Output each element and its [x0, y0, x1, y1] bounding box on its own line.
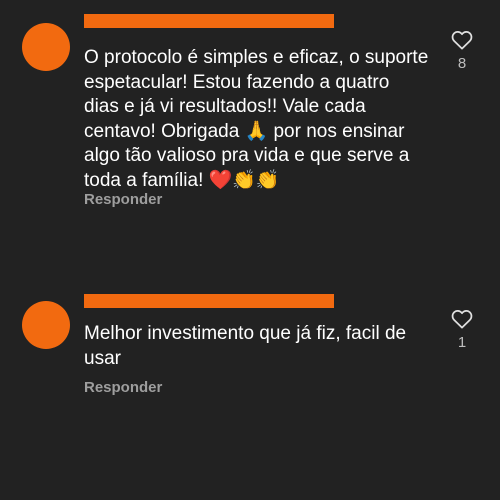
like-button[interactable]: 1	[448, 309, 476, 351]
comment-text: O protocolo é simples e eficaz, o suport…	[84, 47, 429, 191]
avatar[interactable]	[22, 301, 70, 349]
reply-button[interactable]: Responder	[84, 191, 162, 208]
username-redaction[interactable]	[84, 294, 334, 308]
comment-item: O protocolo é simples e eficaz, o suport…	[0, 0, 500, 240]
avatar[interactable]	[22, 23, 70, 71]
reply-button[interactable]: Responder	[84, 379, 162, 396]
username-redaction[interactable]	[84, 14, 334, 28]
heart-outline-icon	[451, 309, 473, 329]
comment-item: Melhor investimento que já fiz, facil de…	[0, 280, 500, 420]
like-count: 1	[457, 334, 467, 351]
like-count: 8	[457, 55, 467, 72]
comment-text: Melhor investimento que já fiz, facil de…	[84, 323, 407, 369]
like-button[interactable]: 8	[448, 30, 476, 72]
heart-outline-icon	[451, 30, 473, 50]
